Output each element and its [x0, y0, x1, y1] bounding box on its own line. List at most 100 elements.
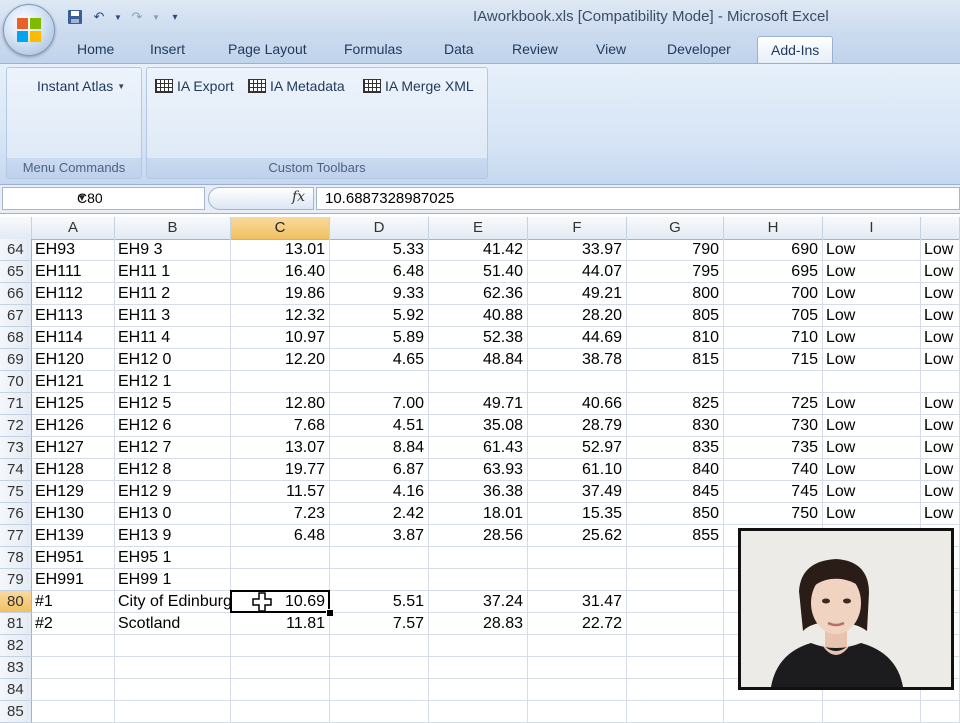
cell[interactable] [528, 635, 627, 657]
column-header-c[interactable]: C [231, 217, 330, 239]
tab-insert[interactable]: Insert [150, 41, 185, 57]
cell[interactable] [528, 569, 627, 591]
cell[interactable]: 730 [724, 415, 823, 437]
cell[interactable] [627, 547, 724, 569]
cell[interactable]: Low [921, 503, 960, 525]
cell[interactable]: EH120 [32, 349, 115, 371]
cell[interactable]: EH111 [32, 261, 115, 283]
cell[interactable]: Low [921, 327, 960, 349]
cell[interactable] [115, 679, 231, 701]
cell[interactable]: 13.07 [231, 437, 330, 459]
cell[interactable]: 8.84 [330, 437, 429, 459]
cell[interactable]: 6.48 [231, 525, 330, 547]
cell[interactable] [231, 569, 330, 591]
cell[interactable]: 35.08 [429, 415, 528, 437]
cell[interactable] [330, 547, 429, 569]
cell[interactable]: EH11 3 [115, 305, 231, 327]
row-header[interactable]: 78 [0, 547, 32, 569]
cell[interactable]: 11.81 [231, 613, 330, 635]
cell[interactable] [330, 635, 429, 657]
cell[interactable]: EH12 8 [115, 459, 231, 481]
cell[interactable]: 815 [627, 349, 724, 371]
cell[interactable]: 19.77 [231, 459, 330, 481]
cell[interactable]: 25.62 [528, 525, 627, 547]
cell[interactable]: EH11 2 [115, 283, 231, 305]
redo-icon[interactable]: ↷ [128, 8, 146, 26]
cell[interactable] [823, 371, 921, 393]
save-icon[interactable] [66, 8, 84, 26]
cell[interactable]: Low [823, 437, 921, 459]
cell[interactable] [627, 679, 724, 701]
tab-home[interactable]: Home [77, 41, 114, 57]
cell[interactable]: 37.49 [528, 481, 627, 503]
row-header[interactable]: 64 [0, 239, 32, 261]
formula-input[interactable]: 10.6887328987025 [316, 187, 960, 210]
cell[interactable]: 33.97 [528, 239, 627, 261]
cell[interactable]: 3.87 [330, 525, 429, 547]
cell[interactable] [627, 657, 724, 679]
cell[interactable]: 4.51 [330, 415, 429, 437]
cell[interactable]: EH112 [32, 283, 115, 305]
cell[interactable] [330, 569, 429, 591]
cell[interactable]: #2 [32, 613, 115, 635]
cell[interactable]: EH95 1 [115, 547, 231, 569]
cell[interactable]: 38.78 [528, 349, 627, 371]
cell[interactable]: Low [921, 239, 960, 261]
row-header[interactable]: 84 [0, 679, 32, 701]
row-header[interactable]: 69 [0, 349, 32, 371]
cell[interactable]: 28.56 [429, 525, 528, 547]
cell[interactable]: Low [921, 305, 960, 327]
column-header-i[interactable]: I [823, 217, 921, 239]
row-header[interactable]: 66 [0, 283, 32, 305]
cell[interactable]: 790 [627, 239, 724, 261]
cell[interactable]: EH12 7 [115, 437, 231, 459]
cell[interactable]: 5.51 [330, 591, 429, 613]
cell[interactable]: 835 [627, 437, 724, 459]
cell[interactable]: 5.92 [330, 305, 429, 327]
row-header[interactable]: 77 [0, 525, 32, 547]
ia-metadata-button[interactable]: IA Metadata [248, 78, 345, 94]
cell[interactable] [429, 371, 528, 393]
row-header[interactable]: 75 [0, 481, 32, 503]
row-header[interactable]: 67 [0, 305, 32, 327]
cell[interactable]: 695 [724, 261, 823, 283]
cell[interactable] [528, 657, 627, 679]
cell[interactable]: Low [823, 283, 921, 305]
chevron-down-icon[interactable]: ▼ [77, 188, 198, 209]
cell[interactable] [32, 657, 115, 679]
cell[interactable] [429, 657, 528, 679]
instant-atlas-button[interactable]: Instant Atlas ▼ [37, 78, 125, 94]
cell[interactable]: 52.97 [528, 437, 627, 459]
cell[interactable]: City of Edinburgh [115, 591, 231, 613]
cell[interactable] [330, 679, 429, 701]
cell[interactable]: EH130 [32, 503, 115, 525]
cell[interactable]: EH121 [32, 371, 115, 393]
row-header[interactable]: 79 [0, 569, 32, 591]
cell[interactable] [528, 547, 627, 569]
cell[interactable]: 5.89 [330, 327, 429, 349]
undo-icon[interactable]: ↶ [90, 8, 108, 26]
cell[interactable] [231, 635, 330, 657]
cell[interactable] [115, 657, 231, 679]
cell[interactable]: EH129 [32, 481, 115, 503]
cell[interactable] [724, 371, 823, 393]
cell[interactable]: 49.21 [528, 283, 627, 305]
cell[interactable]: 63.93 [429, 459, 528, 481]
cell[interactable]: Low [823, 239, 921, 261]
cell[interactable]: 7.00 [330, 393, 429, 415]
cell[interactable]: 845 [627, 481, 724, 503]
undo-dropdown-icon[interactable]: ▼ [114, 8, 122, 26]
tab-add-ins[interactable]: Add-Ins [757, 36, 834, 64]
cell[interactable]: EH12 1 [115, 371, 231, 393]
cell[interactable]: EH139 [32, 525, 115, 547]
cell[interactable]: Low [823, 459, 921, 481]
cell[interactable]: Low [921, 415, 960, 437]
insert-function-icon[interactable]: fx [292, 189, 305, 205]
cell[interactable]: 810 [627, 327, 724, 349]
cell[interactable]: EH12 5 [115, 393, 231, 415]
cell[interactable]: 9.33 [330, 283, 429, 305]
cell[interactable]: EH11 1 [115, 261, 231, 283]
cell[interactable]: 51.40 [429, 261, 528, 283]
cell[interactable] [429, 569, 528, 591]
cell[interactable]: 715 [724, 349, 823, 371]
